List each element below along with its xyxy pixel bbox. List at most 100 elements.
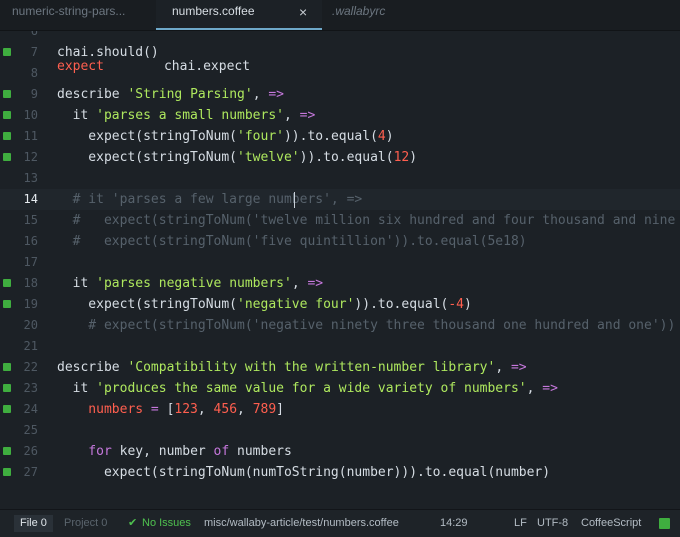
line-number: 13	[23, 171, 38, 185]
code-token: ,	[197, 402, 214, 417]
line-number: 23	[23, 381, 38, 395]
code-token: expect(stringToNum(	[57, 150, 238, 165]
code-token: describe	[57, 87, 128, 102]
code-text: it 'parses negative numbers', =>	[57, 273, 323, 294]
code-token: it	[57, 276, 97, 291]
code-line[interactable]: 26 for key, number of numbers	[0, 441, 680, 462]
code-line[interactable]: 12 expect(stringToNum('twelve')).to.equa…	[0, 147, 680, 168]
code-line[interactable]: 10 it 'parses a small numbers', =>	[0, 105, 680, 126]
code-text: chai.should()	[57, 42, 159, 63]
code-text: # expect(stringToNum('five quintillion')…	[57, 231, 527, 252]
line-number: 8	[30, 66, 38, 80]
tab-label: .wallabyrc	[332, 4, 386, 18]
code-line[interactable]: 21	[0, 336, 680, 357]
code-token: )	[409, 150, 418, 165]
file-issues-button[interactable]: File 0	[14, 515, 53, 532]
code-line[interactable]: 11 expect(stringToNum('four')).to.equal(…	[0, 126, 680, 147]
code-token: of	[213, 444, 230, 459]
code-token: expect(stringToNum(	[57, 129, 238, 144]
line-number: 15	[23, 213, 38, 227]
line-number: 6	[30, 31, 38, 38]
cursor-position[interactable]: 14:29	[440, 510, 468, 537]
code-token: expect(stringToNum(	[57, 297, 238, 312]
grammar-selector[interactable]: CoffeeScript	[581, 510, 641, 537]
tab-numeric-string-parser[interactable]: numeric-string-pars...	[12, 0, 152, 30]
close-icon[interactable]: ×	[299, 1, 307, 23]
code-line[interactable]: 14 # it 'parses a few large numbers', =>	[0, 189, 680, 210]
line-number: 17	[23, 255, 38, 269]
code-token: 'parses negative numbers'	[96, 276, 292, 291]
code-line[interactable]: 15 # expect(stringToNum('twelve million …	[0, 210, 680, 231]
code-line[interactable]: 9 describe 'String Parsing', =>	[0, 84, 680, 105]
code-token: 4	[377, 129, 386, 144]
code-token: ,	[495, 360, 511, 375]
code-text: it 'parses a small numbers', =>	[57, 105, 316, 126]
code-line[interactable]: 8	[0, 63, 680, 84]
code-token: ,	[237, 402, 253, 417]
code-text: expect(stringToNum('twelve')).to.equal(1…	[57, 147, 417, 168]
tab-label: numeric-string-pars...	[12, 4, 126, 18]
tab-numbers-coffee[interactable]: numbers.coffee ×	[156, 0, 322, 30]
wallaby-status-icon[interactable]	[659, 518, 670, 529]
code-text: # expect(stringToNum('twelve million six…	[57, 210, 676, 231]
line-number: 22	[23, 360, 38, 374]
code-text: # it 'parses a few large numbers', =>	[57, 189, 363, 210]
code-token: )).to.equal(	[283, 129, 378, 144]
file-path[interactable]: misc/wallaby-article/test/numbers.coffee	[204, 510, 399, 537]
code-token: 'parses a small numbers'	[96, 108, 284, 123]
code-token: describe	[57, 360, 128, 375]
code-line[interactable]: 6	[0, 31, 680, 42]
code-lines: 6 7 chai.should() 8 9 describe 'String Parsin…	[0, 31, 680, 483]
code-token: # expect(stringToNum('negative ninety th…	[57, 318, 676, 333]
code-line[interactable]: 20 # expect(stringToNum('negative ninety…	[0, 315, 680, 336]
check-icon: ✔	[128, 517, 138, 529]
code-text: # expect(stringToNum('negative ninety th…	[57, 315, 675, 336]
line-number: 14	[23, 192, 38, 206]
code-line[interactable]: 24 numbers = [123, 456, 789]	[0, 399, 680, 420]
code-token: ,	[291, 276, 308, 291]
code-line[interactable]: 19 expect(stringToNum('negative four')).…	[0, 294, 680, 315]
code-line[interactable]: 7 chai.should()	[0, 42, 680, 63]
code-token: chai.should()	[57, 45, 159, 60]
file-encoding[interactable]: UTF-8	[537, 510, 568, 537]
code-text: describe 'String Parsing', =>	[57, 84, 284, 105]
code-text: for key, number of numbers	[57, 441, 292, 462]
tab-wallabyrc[interactable]: .wallabyrc	[332, 0, 472, 30]
code-line[interactable]: 27 expect(stringToNum(numToString(number…	[0, 462, 680, 483]
code-token: numbers	[57, 402, 144, 417]
code-token: =>	[510, 360, 527, 375]
code-line[interactable]: 16 # expect(stringToNum('five quintillio…	[0, 231, 680, 252]
project-issues-button[interactable]: Project 0	[58, 515, 113, 532]
code-token: 'Compatibility with the written-number l…	[127, 360, 496, 375]
code-token: expect(stringToNum(numToString(number)))…	[57, 465, 551, 480]
code-token: 123	[174, 402, 198, 417]
code-line[interactable]: 22 describe 'Compatibility with the writt…	[0, 357, 680, 378]
code-editor[interactable]: expect chai.expect 6 7 chai.should() 8 9 descr…	[0, 31, 680, 509]
line-number: 16	[23, 234, 38, 248]
text-cursor	[294, 192, 295, 208]
code-token: it	[57, 381, 97, 396]
code-line[interactable]: 23 it 'produces the same value for a wid…	[0, 378, 680, 399]
line-ending[interactable]: LF	[514, 510, 527, 537]
code-token: ,	[283, 108, 300, 123]
issues-status[interactable]: No Issues	[142, 510, 191, 537]
code-token: 789	[252, 402, 277, 417]
line-number: 10	[23, 108, 38, 122]
code-line[interactable]: 17	[0, 252, 680, 273]
line-number: 9	[30, 87, 38, 101]
tab-label: numbers.coffee	[172, 4, 255, 18]
tab-bar: numeric-string-pars... numbers.coffee × …	[0, 0, 680, 31]
line-number: 18	[23, 276, 38, 290]
code-token: )	[385, 129, 394, 144]
code-token: for	[57, 444, 112, 459]
code-token: =>	[542, 381, 558, 396]
line-number: 20	[23, 318, 38, 332]
status-bar: File 0 Project 0 ✔ No Issues misc/wallab…	[0, 509, 680, 537]
code-line[interactable]: 18 it 'parses negative numbers', =>	[0, 273, 680, 294]
code-line[interactable]: 13	[0, 168, 680, 189]
code-token: 'negative four'	[237, 297, 355, 312]
code-token: )).to.equal(	[299, 150, 394, 165]
code-line[interactable]: 25	[0, 420, 680, 441]
code-token: it	[57, 108, 97, 123]
